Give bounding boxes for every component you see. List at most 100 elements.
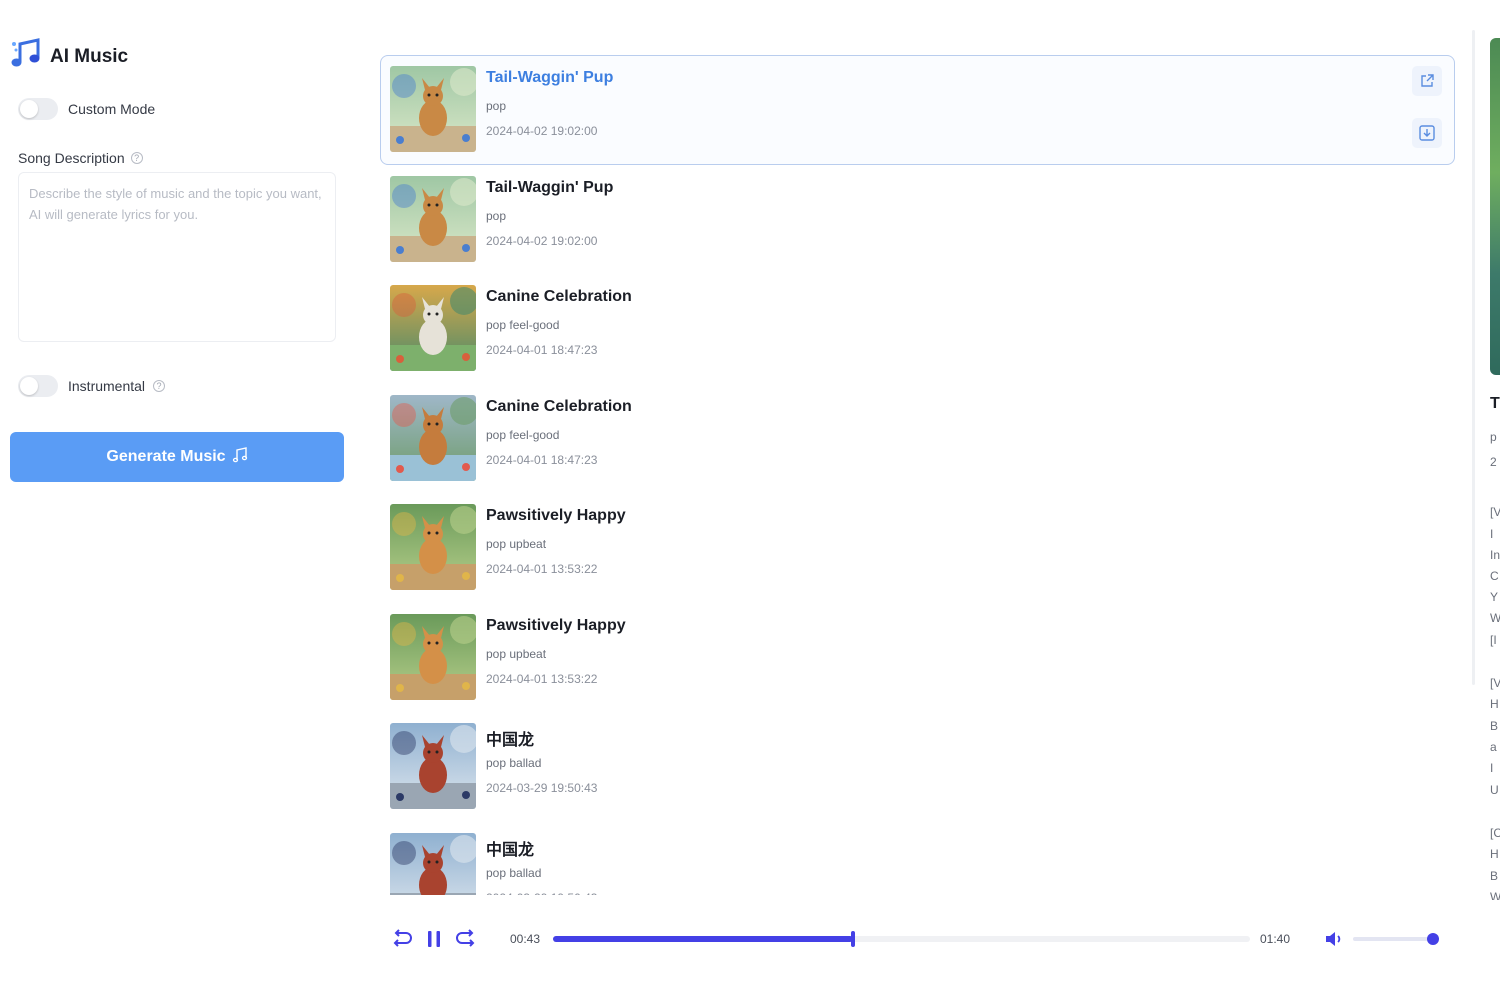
song-meta: Pawsitively Happy pop upbeat 2024-04-01 … [486, 504, 626, 576]
song-description-input[interactable] [18, 172, 336, 342]
duration: 01:40 [1260, 932, 1291, 946]
lyric-line: H [1490, 697, 1499, 711]
lyric-line: In [1490, 548, 1500, 562]
song-actions [1412, 66, 1442, 148]
song-tags: pop upbeat [486, 537, 547, 551]
song-cover [390, 723, 476, 809]
song-tags: pop feel-good [486, 427, 560, 442]
song-meta: 中国龙 pop ballad 2024-03-29 19:50:43 [486, 833, 597, 896]
song-meta: Tail-Waggin' Pup pop 2024-04-02 19:02:00 [486, 66, 613, 138]
song-meta: Pawsitively Happy pop upbeat 2024-04-01 … [486, 614, 626, 686]
lyric-line: 2 [1490, 455, 1497, 469]
progress-handle[interactable] [850, 931, 855, 947]
music-note-icon [232, 446, 248, 468]
song-date: 2024-03-29 19:50:43 [486, 891, 597, 896]
song-item[interactable]: Canine Celebration pop feel-good 2024-04… [380, 384, 1455, 494]
lyric-line: B [1490, 869, 1499, 883]
lyric-line: a [1490, 740, 1497, 754]
instrumental-label: Instrumental [68, 378, 146, 394]
song-meta: Tail-Waggin' Pup pop 2024-04-02 19:02:00 [486, 176, 613, 248]
forward-icon[interactable] [454, 926, 480, 952]
lyric-line: Y [1490, 590, 1499, 604]
song-description-label: Song Description [18, 150, 125, 166]
song-cover [390, 504, 476, 590]
song-title: Canine Celebration [486, 288, 632, 305]
song-detail-panel: T p 2 [V I In C Y W [I [V H Ba I U [C H B W [1468, 30, 1500, 900]
song-item[interactable]: Canine Celebration pop feel-good 2024-04… [380, 274, 1455, 384]
song-item[interactable]: Tail-Waggin' Pup pop 2024-04-02 19:02:00 [380, 165, 1455, 275]
custom-mode-toggle[interactable] [18, 98, 58, 120]
lyric-line: C [1490, 569, 1499, 583]
lyric-line: H [1490, 847, 1499, 861]
rewind-icon[interactable] [388, 926, 414, 952]
external-link-icon[interactable] [1412, 66, 1442, 96]
song-title: Pawsitively Happy [486, 616, 626, 634]
help-icon[interactable]: ? [153, 380, 166, 392]
song-title: Tail-Waggin' Pup [486, 69, 614, 86]
song-item[interactable]: Pawsitively Happy pop upbeat 2024-04-01 … [380, 603, 1455, 713]
song-cover [390, 832, 476, 895]
song-item[interactable]: 中国龙 pop ballad 2024-03-29 19:50:43 [380, 712, 1455, 822]
song-tags: pop [486, 208, 507, 223]
progress-slider[interactable] [553, 931, 1250, 947]
song-date: 2024-04-02 19:02:00 [486, 233, 598, 248]
player-bar: 00:43 01:40 [380, 898, 1480, 968]
song-date: 2024-04-01 13:53:22 [486, 671, 598, 686]
song-title: Tail-Waggin' Pup [486, 178, 614, 196]
progress-fill [553, 936, 853, 942]
instrumental-row: Instrumental ? [18, 375, 166, 397]
song-item[interactable]: 中国龙 pop ballad 2024-03-29 19:50:43 [380, 822, 1455, 896]
lyric-line: B [1490, 719, 1499, 733]
generate-music-label: Generate Music [106, 448, 226, 465]
sidebar: AI Music Custom Mode Song Description ? … [0, 0, 360, 1000]
lyric-line: W [1490, 611, 1500, 625]
song-title: Pawsitively Happy [486, 507, 626, 524]
lyric-line: [V [1490, 505, 1500, 519]
song-date: 2024-04-01 13:53:22 [486, 562, 598, 576]
lyric-line: I [1490, 761, 1494, 775]
song-list: Tail-Waggin' Pup pop 2024-04-02 19:02:00 [380, 55, 1455, 895]
download-icon[interactable] [1412, 118, 1442, 148]
custom-mode-label: Custom Mode [68, 101, 156, 117]
scrollbar[interactable] [1472, 30, 1475, 685]
song-tags: pop ballad [486, 756, 542, 770]
volume-icon[interactable] [1323, 928, 1345, 955]
help-icon[interactable]: ? [130, 152, 143, 164]
song-cover [390, 66, 476, 152]
lyric-line: W [1490, 890, 1500, 900]
song-item[interactable]: Pawsitively Happy pop upbeat 2024-04-01 … [380, 493, 1455, 603]
song-tags: pop ballad [486, 865, 542, 880]
song-meta: 中国龙 pop ballad 2024-03-29 19:50:43 [486, 723, 597, 795]
custom-mode-row: Custom Mode [18, 98, 155, 120]
current-time: 00:43 [510, 932, 541, 946]
lyric-line: I [1490, 527, 1494, 541]
song-cover [390, 394, 476, 481]
song-cover [390, 285, 476, 371]
song-meta: Canine Celebration pop feel-good 2024-04… [486, 285, 632, 357]
volume-slider[interactable] [1353, 933, 1439, 945]
song-title: 中国龙 [486, 732, 535, 749]
song-title: 中国龙 [486, 841, 535, 859]
lyric-line: [V [1490, 676, 1500, 690]
song-date: 2024-04-02 19:02:00 [486, 124, 598, 138]
song-detail-cover [1490, 38, 1500, 375]
song-date: 2024-04-01 18:47:23 [486, 452, 598, 467]
song-description-label-row: Song Description ? [18, 150, 143, 166]
song-detail-title: T [1490, 395, 1500, 412]
song-title: Canine Celebration [486, 397, 632, 415]
song-tags: pop [486, 99, 507, 113]
song-item[interactable]: Tail-Waggin' Pup pop 2024-04-02 19:02:00 [380, 55, 1455, 165]
brand: AI Music [10, 38, 128, 75]
song-tags: pop feel-good [486, 318, 560, 332]
generate-music-button[interactable]: Generate Music [10, 432, 344, 482]
instrumental-toggle[interactable] [18, 375, 58, 397]
pause-icon[interactable] [421, 926, 447, 952]
volume-handle[interactable] [1427, 933, 1439, 945]
song-cover [390, 613, 476, 700]
lyric-line: [C [1490, 826, 1500, 840]
song-date: 2024-03-29 19:50:43 [486, 781, 598, 795]
song-tags: pop upbeat [486, 646, 547, 661]
app-root: AI Music Custom Mode Song Description ? … [0, 0, 1500, 1000]
song-cover [390, 175, 476, 262]
lyric-line: p [1490, 430, 1497, 444]
